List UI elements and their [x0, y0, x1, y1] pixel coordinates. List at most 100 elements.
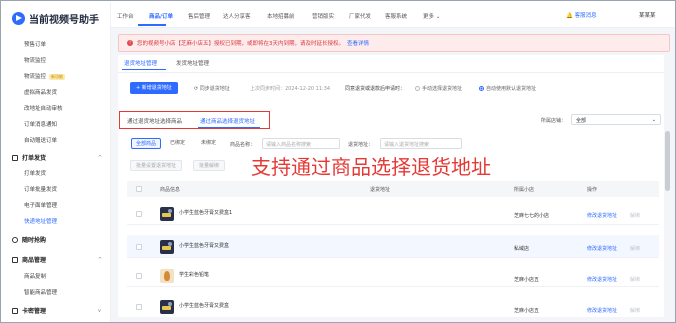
app-name: 当前视频号助手: [29, 14, 99, 26]
play-logo-icon: [12, 11, 25, 25]
sync-address-button[interactable]: ⟳ 同步退货地址: [194, 85, 230, 92]
chip-bound[interactable]: 已绑定: [166, 138, 189, 149]
sidebar-group-shipping[interactable]: 打单发货 ^: [12, 153, 102, 162]
app-logo[interactable]: 当前视频号助手: [12, 10, 99, 26]
edit-address-link[interactable]: 修改退货地址: [587, 276, 617, 283]
sidebar-item-logistics[interactable]: 物流监控: [24, 56, 46, 64]
nav-service[interactable]: 客服系统: [385, 12, 407, 20]
shop-name: 私域店: [514, 246, 530, 252]
edit-address-link[interactable]: 修改退货地址: [587, 245, 617, 252]
bell-icon: 🔔: [566, 13, 573, 19]
sidebar-item-presale[interactable]: 预售订单: [24, 40, 46, 48]
alert-text: 您的视频号小店【芝麻小店五】授权已到期，或即将在3天内到期，请及时延长授权。: [137, 41, 345, 47]
sidebar-item-label: 物流监控: [24, 74, 47, 80]
nav-marketing[interactable]: 营销版实: [312, 12, 334, 20]
product-name: 学生彩色铅笔: [179, 272, 210, 278]
nav-dropship[interactable]: 厂家代发: [349, 12, 371, 20]
shop-filter-label: 所属店铺：: [541, 118, 567, 124]
tab-by-address[interactable]: 通过退货地址选择商品: [127, 117, 182, 125]
chevron-up-icon: ^: [98, 154, 103, 161]
table-row: 小学生蓝色牙膏又费盒1 芝麻七七的小店 修改退货地址 解绑: [127, 202, 659, 225]
unbind-link[interactable]: 解绑: [630, 245, 640, 252]
sidebar-item-auto-gift[interactable]: 自动赠送订单: [24, 136, 57, 144]
support-link[interactable]: 🔔 客服消息: [566, 11, 597, 19]
warning-icon: !: [127, 40, 133, 46]
radio-label: 自动使用默认退货地址: [486, 86, 537, 92]
tab-by-goods[interactable]: 通过商品选择退货地址: [200, 117, 255, 125]
sidebar-item-waybill[interactable]: 电子面单管理: [24, 201, 57, 209]
unbind-link[interactable]: 解绑: [630, 276, 640, 283]
nav-more[interactable]: 更多 ⌄: [423, 12, 440, 20]
subtab-indicator: [122, 69, 166, 70]
row-checkbox[interactable]: [136, 211, 142, 217]
sidebar-item-address-mgmt[interactable]: 快递地址管理: [24, 217, 57, 225]
group-title: 打单发货: [22, 155, 47, 162]
nav-aftersale[interactable]: 售后管理: [188, 12, 210, 20]
radio-auto[interactable]: 自动使用默认退货地址: [479, 85, 536, 92]
sidebar-group-card[interactable]: 卡密管理 v: [12, 306, 101, 315]
nav-goods-orders[interactable]: 商品/订单: [149, 12, 173, 20]
top-nav: 工作台 商品/订单 售后管理 达人分享客 本地招募前 营销版实 厂家代发 客服系…: [111, 2, 675, 28]
alert-detail-link[interactable]: 查看详情: [347, 39, 369, 47]
col-goods: 商品信息: [160, 187, 181, 193]
col-address: 退货地址: [370, 187, 391, 193]
radio-on-icon: [479, 86, 484, 91]
edit-address-link[interactable]: 修改退货地址: [587, 307, 617, 314]
col-shop: 所属小店: [514, 187, 535, 193]
row-checkbox[interactable]: [136, 273, 142, 279]
unbind-link[interactable]: 解绑: [630, 212, 640, 219]
new-badge: 新功能: [49, 74, 66, 80]
unbind-link[interactable]: 解绑: [630, 307, 640, 314]
sidebar-item-print-ship[interactable]: 打单发货: [24, 169, 46, 177]
chevron-up-icon: ^: [98, 256, 103, 263]
shop-select[interactable]: 全部 ⌄: [571, 114, 661, 125]
sidebar-group-goods[interactable]: 商品管理 ^: [12, 255, 102, 264]
add-return-address-button[interactable]: + 新增退货地址: [130, 82, 178, 94]
user-menu[interactable]: 某某某: [639, 11, 656, 19]
goods-name-input[interactable]: 请输入商品名称搜索: [262, 138, 340, 149]
sidebar-item-address-audit[interactable]: 改地址自动审核: [24, 104, 63, 112]
select-all-checkbox[interactable]: [136, 186, 142, 192]
chevron-down-icon: ⌄: [435, 14, 441, 20]
card-icon: [12, 307, 18, 314]
tab-ship-address[interactable]: 发货地址管理: [176, 59, 209, 67]
nav-talent[interactable]: 达人分享客: [223, 12, 251, 20]
product-thumbnail: [160, 300, 174, 314]
sidebar-item-order-notify[interactable]: 订单消息通知: [24, 120, 57, 128]
sidebar-item-batch-ship[interactable]: 订单批量发货: [24, 185, 57, 193]
col-action: 操作: [587, 187, 598, 193]
radio-manual[interactable]: 手动选择退货地址: [415, 85, 462, 92]
nav-local[interactable]: 本地招募前: [267, 12, 295, 20]
table-row: 小学生蓝色牙膏又费盒 芝麻小店五 修改退货地址 解绑: [127, 295, 659, 318]
radio-off-icon: [415, 86, 420, 91]
sidebar-item-goods-smart[interactable]: 智能商品管理: [24, 288, 57, 296]
sidebar-group-flash[interactable]: 随时抢购: [12, 235, 46, 244]
chevron-down-icon: ⌄: [651, 117, 656, 123]
sidebar-item-goods-copy[interactable]: 商品复制: [24, 272, 46, 280]
row-checkbox[interactable]: [136, 244, 142, 250]
table-row: 小学生蓝色牙膏又费盒 私域店 修改退货地址 解绑: [127, 235, 659, 258]
product-name: 小学生蓝色牙膏又费盒: [179, 303, 230, 309]
sidebar-item-virtual[interactable]: 虚拟商品发货: [24, 88, 57, 96]
tab-return-address[interactable]: 退货地址管理: [124, 59, 157, 67]
group-title: 商品管理: [22, 257, 47, 264]
batch-unbind-button[interactable]: 批量解绑: [193, 160, 226, 171]
chip-unbound[interactable]: 未绑定: [197, 138, 220, 149]
sidebar-item-logistics-new[interactable]: 物流监控 新功能: [24, 72, 66, 80]
nav-dashboard[interactable]: 工作台: [117, 12, 134, 20]
group-title: 卡密管理: [22, 308, 47, 315]
support-label: 客服消息: [574, 13, 597, 19]
edit-address-link[interactable]: 修改退货地址: [587, 212, 617, 219]
batch-set-address-button[interactable]: 批量设置退货地址: [130, 160, 183, 171]
chip-all-goods[interactable]: 全部商品: [131, 138, 162, 149]
shop-name: 芝麻七七的小店: [514, 213, 550, 219]
nav-more-label: 更多: [423, 14, 435, 20]
row-checkbox[interactable]: [136, 304, 142, 310]
group-title: 随时抢购: [22, 237, 47, 244]
scrollbar[interactable]: [665, 131, 670, 191]
box-icon: [12, 256, 18, 263]
expiry-alert: ! 您的视频号小店【芝麻小店五】授权已到期，或即将在3天内到期，请及时延长授权。…: [118, 34, 670, 52]
divider: [118, 72, 664, 73]
address-input[interactable]: 请输入退货地址搜索: [380, 138, 462, 149]
rule-label: 同意退货或退款后申请时：: [345, 86, 406, 92]
